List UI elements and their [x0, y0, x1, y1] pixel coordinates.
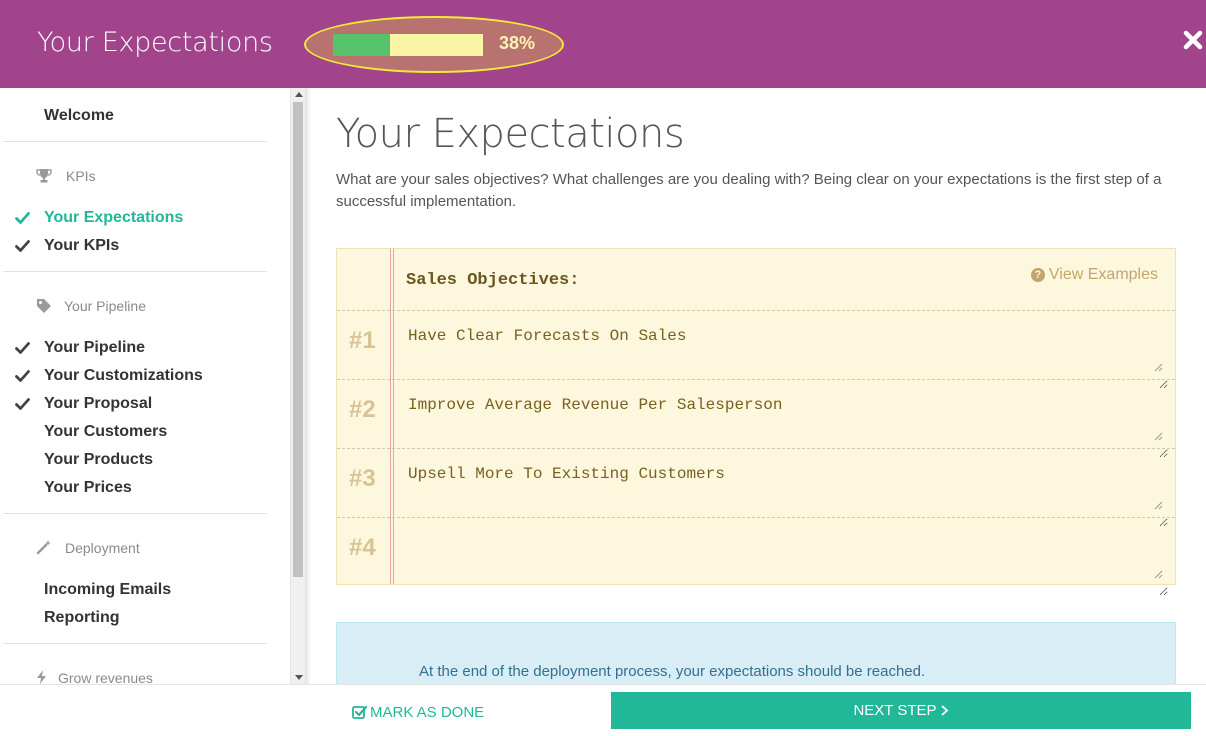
- objective-number: #1: [349, 327, 376, 354]
- objective-number: #3: [349, 465, 376, 492]
- checkmark-icon: [15, 212, 30, 224]
- info-callout-text: At the end of the deployment process, yo…: [419, 663, 926, 680]
- notepad-row-divider: [337, 517, 1175, 518]
- scrollbar-thumb[interactable]: [293, 102, 303, 577]
- sidebar-item-your-expectations[interactable]: Your Expectations: [44, 209, 183, 227]
- chevron-right-icon: [940, 705, 948, 716]
- panel-divider-shadow: [305, 88, 311, 684]
- sidebar-item-incoming-emails[interactable]: Incoming Emails: [44, 581, 171, 599]
- objective-number: #4: [349, 534, 376, 561]
- sidebar-item-your-customizations[interactable]: Your Customizations: [44, 367, 203, 385]
- sidebar-item-your-pipeline[interactable]: Your Pipeline: [44, 339, 145, 357]
- next-step-button[interactable]: NEXT STEP: [611, 692, 1191, 729]
- notepad-heading: Sales Objectives:: [406, 271, 580, 290]
- sidebar-item-your-proposal[interactable]: Your Proposal: [44, 395, 152, 413]
- bolt-icon: [37, 670, 46, 684]
- notepad-row-divider: [337, 310, 1175, 311]
- sidebar-divider: [3, 643, 267, 644]
- footer-bar: MARK AS DONE NEXT STEP: [0, 684, 1206, 736]
- sidebar-item-welcome[interactable]: Welcome: [44, 107, 114, 125]
- scroll-down-arrow-icon[interactable]: [295, 675, 303, 680]
- sidebar-item-reporting[interactable]: Reporting: [44, 609, 120, 627]
- sidebar-item-your-prices[interactable]: Your Prices: [44, 479, 132, 497]
- page-title: Your Expectations: [336, 111, 685, 157]
- checkmark-icon: [15, 398, 30, 410]
- sidebar-divider: [3, 513, 267, 514]
- tag-icon: [37, 299, 51, 313]
- info-callout: At the end of the deployment process, yo…: [336, 622, 1176, 692]
- sidebar-section-kpis: KPIs: [66, 168, 96, 184]
- progress-bar: [333, 34, 483, 56]
- check-square-icon: [352, 705, 368, 719]
- notepad-row-divider: [337, 379, 1175, 380]
- notepad-margin-line: [393, 249, 394, 584]
- sidebar-item-your-products[interactable]: Your Products: [44, 451, 153, 469]
- notepad-row-divider: [337, 448, 1175, 449]
- resize-grip-icon[interactable]: [1154, 501, 1163, 510]
- magic-wand-icon: [36, 540, 51, 555]
- trophy-icon: [36, 169, 52, 183]
- header-title: Your Expectations: [37, 27, 273, 58]
- close-icon[interactable]: [1182, 28, 1204, 52]
- resize-grip-icon[interactable]: [1154, 363, 1163, 372]
- mark-as-done-label: MARK AS DONE: [370, 704, 485, 721]
- next-step-label: NEXT STEP: [853, 702, 937, 719]
- sidebar-item-your-kpis[interactable]: Your KPIs: [44, 237, 119, 255]
- sidebar-section-grow-revenues: Grow revenues: [58, 670, 153, 684]
- header-bar: Your Expectations 38%: [0, 0, 1206, 88]
- question-circle-icon: ?: [1030, 268, 1045, 282]
- sidebar-item-your-customers[interactable]: Your Customers: [44, 423, 167, 441]
- sidebar-scrollbar[interactable]: [290, 88, 305, 684]
- sidebar-divider: [3, 141, 267, 142]
- resize-grip-icon[interactable]: [1154, 432, 1163, 441]
- page-description: What are your sales objectives? What cha…: [336, 171, 1162, 210]
- sidebar: Welcome KPIs Your Expectations Your KPIs…: [0, 88, 290, 684]
- progress-percent: 38%: [499, 33, 536, 53]
- view-examples-link[interactable]: ? View Examples: [1030, 266, 1158, 284]
- progress-bar-fill: [333, 34, 390, 56]
- resize-grip-icon[interactable]: [1154, 570, 1163, 579]
- objective-input-4[interactable]: [408, 534, 1168, 596]
- mark-as-done-button[interactable]: MARK AS DONE: [352, 704, 484, 721]
- view-examples-label: View Examples: [1048, 266, 1158, 283]
- sidebar-section-your-pipeline: Your Pipeline: [64, 298, 146, 314]
- onboarding-app: Your Expectations 38% Welcome KPIs Your …: [0, 0, 1206, 736]
- sidebar-divider: [3, 271, 267, 272]
- sidebar-section-deployment: Deployment: [65, 540, 140, 556]
- objective-number: #2: [349, 396, 376, 423]
- checkmark-icon: [15, 240, 30, 252]
- checkmark-icon: [15, 342, 30, 354]
- notepad-margin-line: [390, 249, 391, 584]
- checkmark-icon: [15, 370, 30, 382]
- sales-objectives-notepad: Sales Objectives: ? View Examples #1 Have…: [336, 248, 1176, 596]
- scroll-up-arrow-icon[interactable]: [295, 92, 303, 97]
